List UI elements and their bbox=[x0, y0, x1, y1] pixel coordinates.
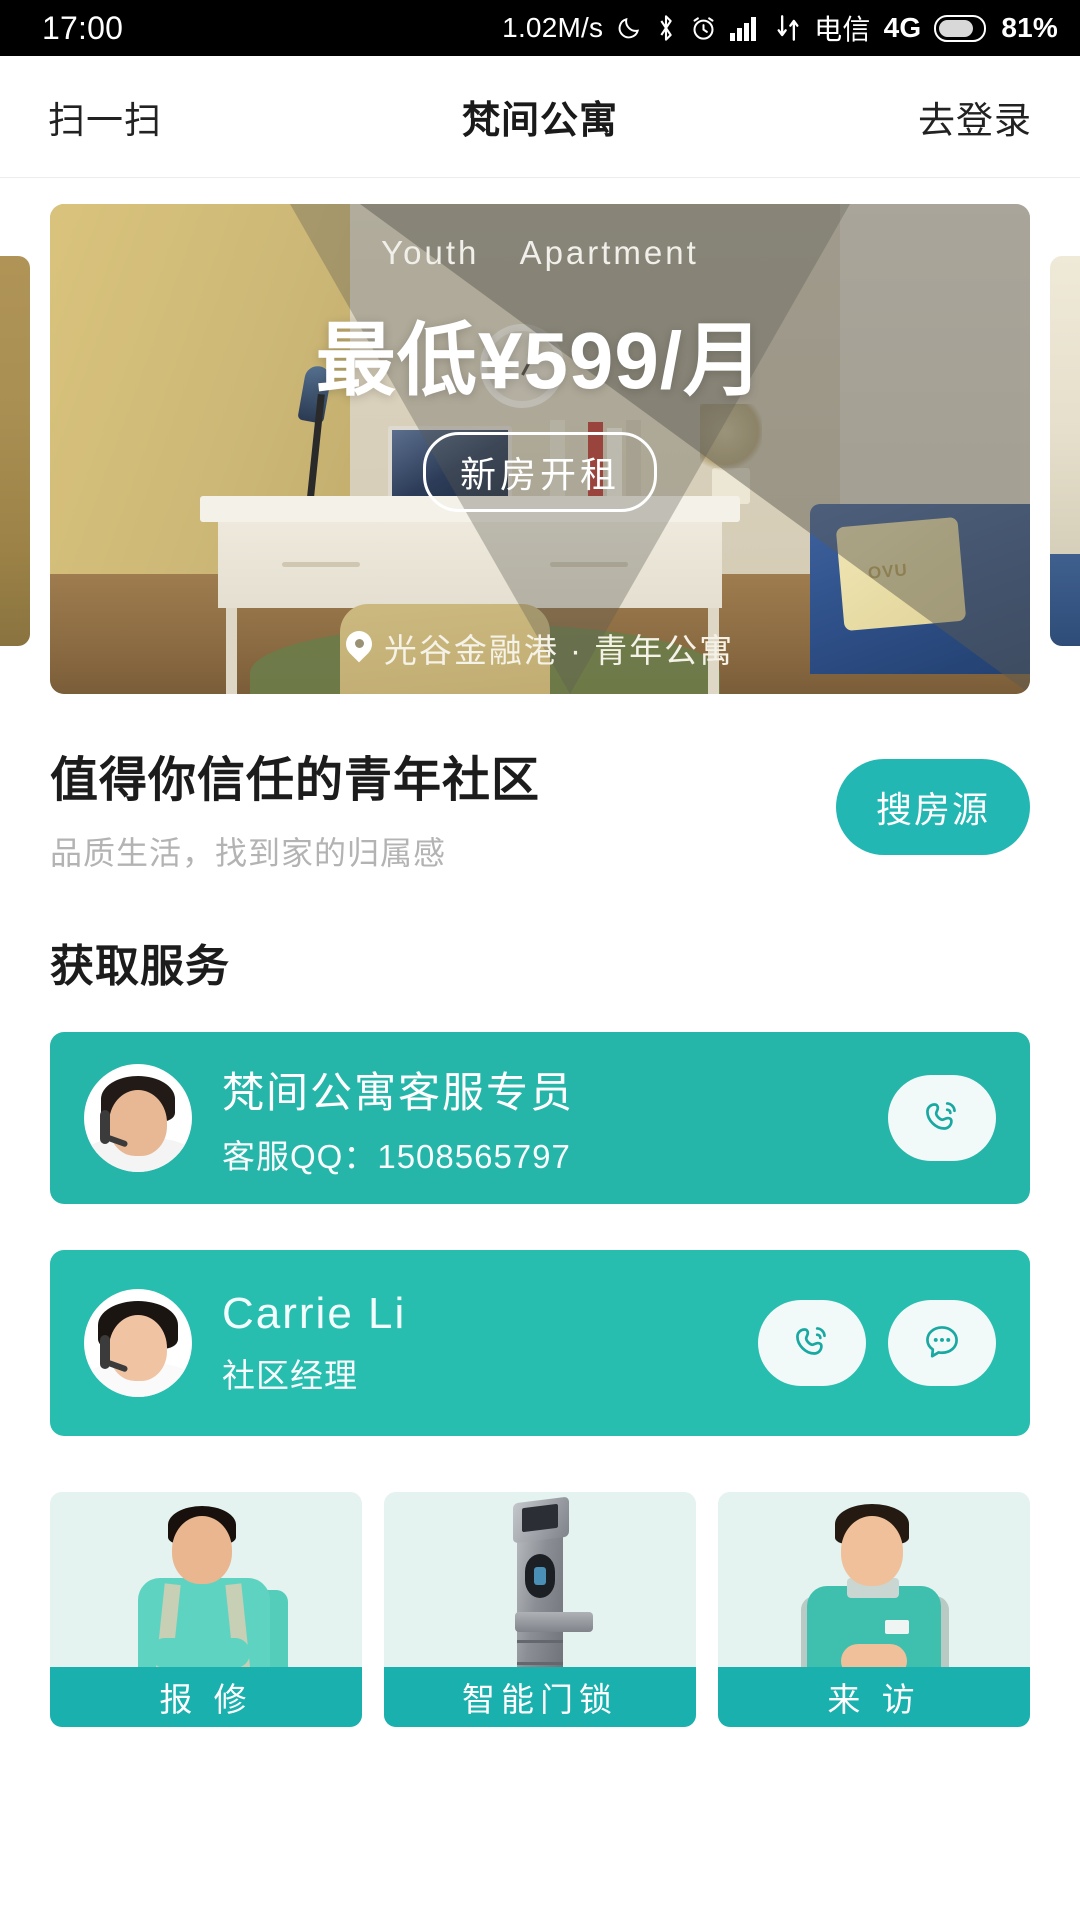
service-card-support[interactable]: 梵间公寓客服专员 客服QQ：1508565797 bbox=[50, 1032, 1030, 1204]
alarm-icon bbox=[690, 15, 717, 42]
network-type: 4G bbox=[883, 12, 922, 43]
tile-repair-label: 报 修 bbox=[50, 1667, 362, 1727]
support-agent-name: 梵间公寓客服专员 bbox=[222, 1068, 575, 1116]
message-manager-button[interactable] bbox=[888, 1300, 996, 1386]
tile-smart-lock-label: 智能门锁 bbox=[384, 1667, 696, 1727]
tile-repair[interactable]: 报 修 bbox=[50, 1492, 362, 1727]
banner-carousel[interactable]: OVU Youth Apartment 最低¥599/月 新房开租 光谷金融港 … bbox=[0, 204, 1080, 694]
call-support-button[interactable] bbox=[888, 1075, 996, 1161]
tile-smart-lock[interactable]: 智能门锁 bbox=[384, 1492, 696, 1727]
call-manager-button[interactable] bbox=[758, 1300, 866, 1386]
community-manager-name: Carrie Li bbox=[222, 1289, 407, 1338]
service-card-manager[interactable]: Carrie Li 社区经理 bbox=[50, 1250, 1030, 1436]
search-listings-button[interactable]: 搜房源 bbox=[835, 759, 1030, 855]
carousel-previous-image bbox=[0, 256, 30, 646]
services-section-title: 获取服务 bbox=[50, 942, 230, 991]
status-time: 17:00 bbox=[42, 9, 124, 46]
service-tiles-row: 报 修 智能门锁 来 访 bbox=[0, 1436, 1080, 1727]
signal-icon bbox=[730, 15, 762, 41]
moon-icon bbox=[616, 15, 642, 41]
banner-location: 光谷金融港 · 青年公寓 bbox=[50, 624, 1030, 672]
carousel-slide-next[interactable] bbox=[1050, 256, 1080, 646]
support-agent-avatar bbox=[84, 1064, 192, 1172]
tile-visitor-label: 来 访 bbox=[718, 1667, 1030, 1727]
headline-texts: 值得你信任的青年社区 品质生活，找到家的归属感 bbox=[50, 740, 836, 874]
banner-cta-button[interactable]: 新房开租 bbox=[422, 432, 658, 512]
carousel-next-image bbox=[1050, 256, 1080, 646]
login-button[interactable]: 去登录 bbox=[918, 90, 1032, 144]
banner-tagline-word-2: Apartment bbox=[519, 234, 699, 271]
battery-icon bbox=[934, 14, 987, 42]
network-speed-text: 1.02M/s bbox=[502, 12, 604, 43]
community-manager-role: 社区经理 bbox=[222, 1357, 358, 1394]
data-transfer-icon bbox=[775, 14, 801, 42]
banner-tagline-word-1: Youth bbox=[381, 234, 480, 271]
banner-location-text: 光谷金融港 · 青年公寓 bbox=[383, 632, 735, 669]
tile-visitor[interactable]: 来 访 bbox=[718, 1492, 1030, 1727]
headline-subtitle: 品质生活，找到家的归属感 bbox=[50, 835, 447, 871]
carousel-slide-previous[interactable] bbox=[0, 256, 30, 646]
carousel-slide-active[interactable]: OVU Youth Apartment 最低¥599/月 新房开租 光谷金融港 … bbox=[50, 204, 1030, 694]
smart-lock-image bbox=[384, 1492, 696, 1667]
message-icon bbox=[917, 1317, 967, 1370]
scan-qr-button[interactable]: 扫一扫 bbox=[48, 90, 162, 144]
community-manager-texts: Carrie Li 社区经理 bbox=[222, 1289, 758, 1397]
banner-english-tagline: Youth Apartment bbox=[50, 234, 1030, 272]
bluetooth-icon bbox=[655, 14, 677, 42]
phone-icon bbox=[917, 1092, 967, 1145]
support-agent-texts: 梵间公寓客服专员 客服QQ：1508565797 bbox=[222, 1059, 888, 1178]
status-bar: 17:00 1.02M/s 电信 4G 81% bbox=[0, 0, 1080, 56]
status-icons-group: 1.02M/s 电信 4G 81% bbox=[502, 8, 1058, 48]
visitor-staff-image bbox=[718, 1492, 1030, 1667]
phone-icon bbox=[787, 1317, 837, 1370]
headline-section: 值得你信任的青年社区 品质生活，找到家的归属感 搜房源 bbox=[0, 694, 1080, 874]
location-pin-icon bbox=[346, 631, 372, 665]
banner-price-text: 最低¥599/月 bbox=[315, 316, 765, 405]
headline-title: 值得你信任的青年社区 bbox=[50, 754, 541, 807]
navigation-bar: 扫一扫 梵间公寓 去登录 bbox=[0, 56, 1080, 178]
carrier-name: 电信 bbox=[814, 14, 871, 45]
manager-action-buttons bbox=[758, 1300, 996, 1386]
repair-worker-image bbox=[50, 1492, 362, 1667]
support-agent-qq: 客服QQ：1508565797 bbox=[222, 1137, 571, 1175]
community-manager-avatar bbox=[84, 1289, 192, 1397]
battery-percent: 81% bbox=[1001, 12, 1058, 43]
